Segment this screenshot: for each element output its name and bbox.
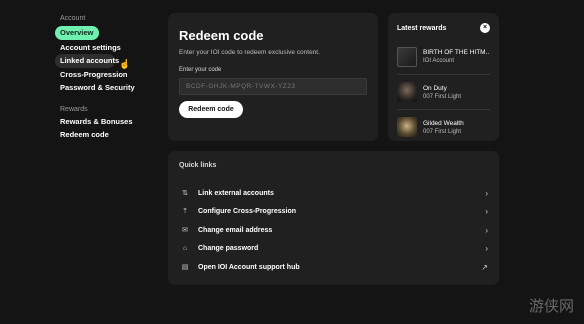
quick-link-link-external-accounts[interactable]: ⇅ Link external accounts › bbox=[179, 184, 488, 203]
code-input[interactable] bbox=[179, 78, 367, 95]
quick-link-label: Change password bbox=[198, 245, 259, 253]
sidebar-item-password-security[interactable]: Password & Security bbox=[55, 81, 165, 95]
sidebar-item-redeem-code[interactable]: Redeem code bbox=[55, 128, 165, 142]
latest-rewards-title: Latest rewards bbox=[397, 24, 447, 32]
reward-title: On Duty bbox=[423, 84, 447, 92]
redeem-description: Enter your IOI code to redeem exclusive … bbox=[179, 49, 320, 56]
quick-link-change-password[interactable]: ⌂ Change password › bbox=[179, 240, 488, 259]
chevron-right-icon: › bbox=[485, 188, 488, 198]
reward-thumbnail bbox=[397, 46, 417, 67]
quick-link-label: Change email address bbox=[198, 226, 273, 234]
quick-link-label: Link external accounts bbox=[198, 189, 274, 197]
sidebar-item-account-settings[interactable]: Account settings bbox=[55, 41, 165, 55]
sidebar-item-cross-progression[interactable]: Cross-Progression bbox=[55, 68, 165, 82]
mail-icon: ✉ bbox=[182, 227, 188, 235]
chevron-right-icon: › bbox=[485, 207, 488, 217]
reward-thumbnail bbox=[397, 117, 417, 137]
reward-thumbnail bbox=[397, 82, 417, 102]
watermark-logo: 游侠网 bbox=[528, 297, 574, 315]
sidebar: Account Overview Account settings Linked… bbox=[55, 14, 165, 142]
progression-icon: ⤒ bbox=[183, 207, 187, 215]
quick-link-change-email[interactable]: ✉ Change email address › bbox=[179, 221, 488, 240]
redeem-code-card: Redeem code Enter your IOI code to redee… bbox=[168, 13, 378, 141]
reward-subtitle: 007 First Light bbox=[423, 128, 462, 135]
sidebar-item-overview[interactable]: Overview bbox=[55, 26, 99, 40]
link-icon: ⇅ bbox=[182, 190, 188, 198]
sidebar-item-linked-accounts[interactable]: Linked accounts ☝ bbox=[55, 54, 130, 69]
reward-title: Gilded Wealth bbox=[423, 119, 464, 127]
rewards-section-label: Rewards bbox=[60, 105, 88, 113]
reward-subtitle: 007 First Light bbox=[423, 93, 462, 100]
latest-rewards-card: Latest rewards × BIRTH OF THE HITM... IO… bbox=[388, 13, 499, 141]
sidebar-item-linked-accounts-label: Linked accounts bbox=[60, 56, 120, 65]
reward-subtitle: IOI Account bbox=[423, 58, 455, 64]
reward-item[interactable]: Gilded Wealth 007 First Light bbox=[397, 109, 490, 144]
redeem-title: Redeem code bbox=[179, 28, 264, 43]
document-icon: ▤ bbox=[181, 264, 189, 272]
quick-link-support-hub[interactable]: ▤ Open IOI Account support hub ↗ bbox=[179, 258, 488, 277]
reward-item[interactable]: BIRTH OF THE HITM... IOI Account bbox=[397, 39, 490, 74]
quick-links-title: Quick links bbox=[179, 162, 217, 169]
lock-icon: ⌂ bbox=[182, 245, 188, 253]
quick-links-card: Quick links ⇅ Link external accounts › ⤒… bbox=[168, 151, 499, 285]
external-link-icon: ↗ bbox=[481, 262, 488, 272]
reward-title: BIRTH OF THE HITM... bbox=[423, 49, 489, 56]
reward-item[interactable]: On Duty 007 First Light bbox=[397, 74, 490, 109]
quick-link-configure-cross-progression[interactable]: ⤒ Configure Cross-Progression › bbox=[179, 203, 488, 222]
sidebar-item-rewards-bonuses[interactable]: Rewards & Bonuses bbox=[55, 115, 165, 129]
chevron-right-icon: › bbox=[485, 244, 488, 254]
account-section-label: Account bbox=[60, 15, 86, 22]
quick-link-label: Configure Cross-Progression bbox=[198, 208, 297, 216]
code-input-label: Enter your code bbox=[179, 67, 222, 73]
close-icon[interactable]: × bbox=[480, 23, 490, 33]
chevron-right-icon: › bbox=[485, 225, 488, 235]
redeem-code-button[interactable]: Redeem code bbox=[179, 101, 243, 118]
quick-link-label: Open IOI Account support hub bbox=[198, 263, 300, 271]
